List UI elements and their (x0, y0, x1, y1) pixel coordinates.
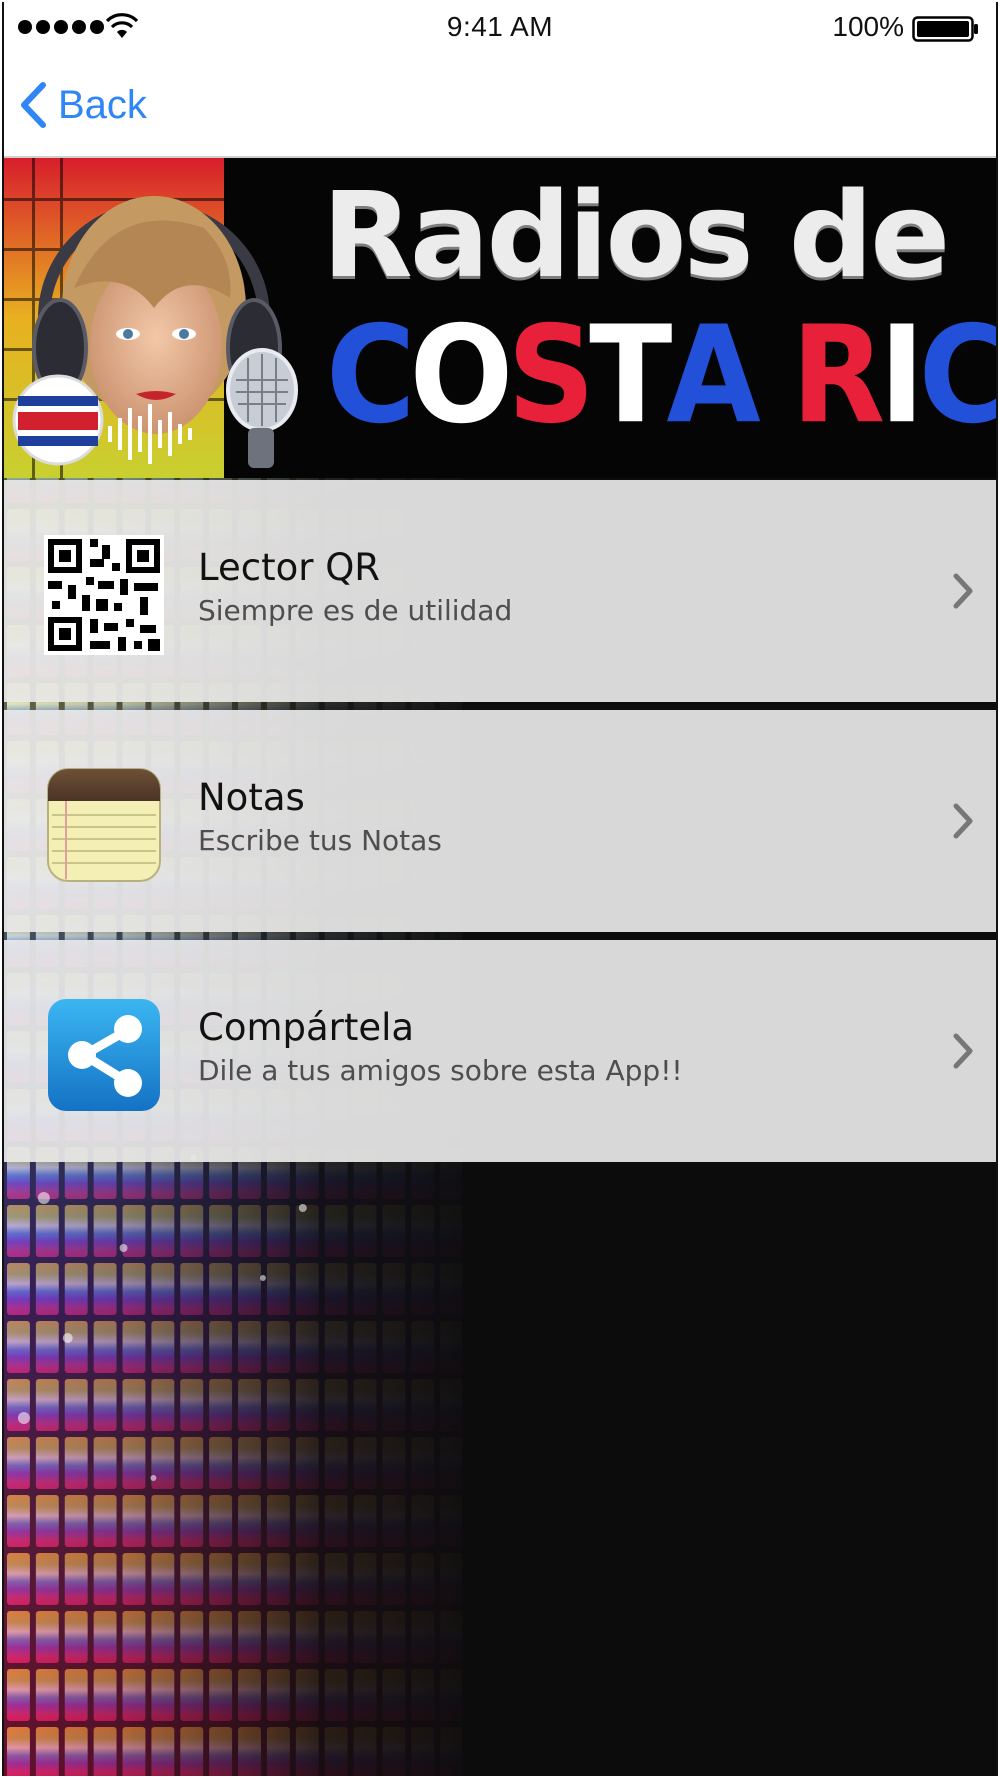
banner-letter: A (666, 297, 760, 454)
chevron-right-icon (953, 573, 973, 609)
chevron-right-icon (953, 803, 973, 839)
menu-item-compartela[interactable]: Compártela Dile a tus amigos sobre esta … (4, 940, 996, 1162)
menu-item-title: Compártela (198, 1006, 415, 1049)
chevron-left-icon (21, 82, 46, 128)
menu-item-title: Notas (198, 776, 305, 819)
navigation-bar: Back (4, 54, 996, 158)
app-screen: 9:41 AM 100% Back Radios de C O S T A R … (2, 2, 998, 1776)
banner-title-line2: COSTA RICA (326, 308, 996, 442)
banner-letter: T (589, 297, 672, 454)
share-icon (48, 999, 160, 1111)
status-bar: 9:41 AM 100% (4, 2, 996, 54)
back-label: Back (58, 82, 147, 127)
banner-letter: R (791, 297, 885, 454)
menu-item-title: Lector QR (198, 546, 381, 589)
menu-item-subtitle: Dile a tus amigos sobre esta App!! (198, 1054, 683, 1087)
app-banner: Radios de COSTA RICA (4, 158, 996, 478)
notes-icon (47, 768, 161, 882)
banner-letter: C (918, 297, 996, 454)
back-button[interactable]: Back (18, 76, 147, 134)
menu-item-subtitle: Escribe tus Notas (198, 824, 442, 857)
battery-percent: 100% (832, 11, 904, 42)
banner-letter (755, 308, 791, 442)
banner-letter: I (879, 297, 924, 454)
chevron-right-icon (953, 1033, 973, 1069)
banner-letter: S (507, 297, 595, 454)
banner-title-line1: Radios de (322, 166, 950, 304)
menu-item-notas[interactable]: Notas Escribe tus Notas (4, 710, 996, 932)
qr-code-icon (44, 535, 164, 655)
menu-item-subtitle: Siempre es de utilidad (198, 594, 513, 627)
banner-letter: C (326, 297, 416, 454)
battery-full-icon (912, 16, 978, 42)
banner-letter: O (409, 297, 514, 454)
menu-item-lector-qr[interactable]: Lector QR Siempre es de utilidad (4, 480, 996, 702)
banner-dj-illustration (4, 158, 324, 478)
menu-list: Lector QR Siempre es de utilidad Notas E… (4, 480, 996, 1170)
